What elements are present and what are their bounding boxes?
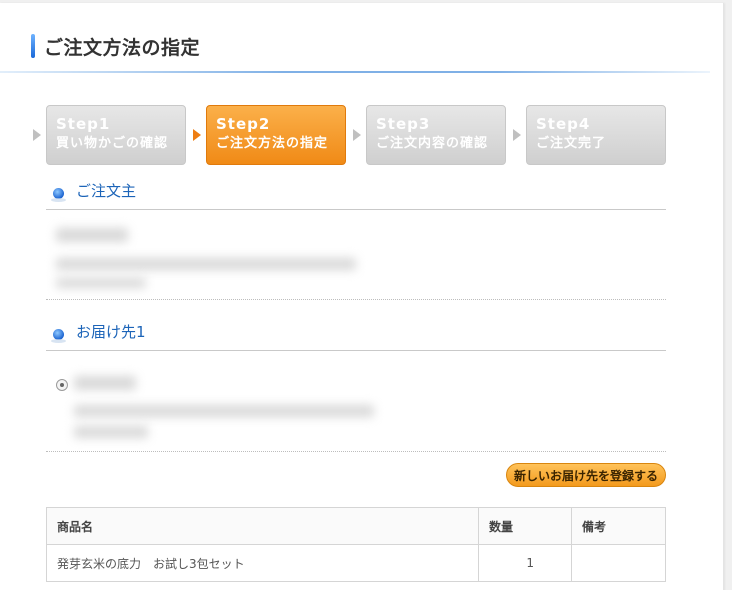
title-accent-bar bbox=[31, 34, 35, 58]
orderer-section-header: ご注文主 bbox=[46, 178, 666, 210]
main-panel bbox=[0, 3, 724, 590]
column-header-qty: 数量 bbox=[478, 507, 572, 545]
column-header-name: 商品名 bbox=[46, 507, 479, 545]
title-divider bbox=[0, 71, 710, 73]
delivery-address-radio[interactable] bbox=[56, 379, 68, 391]
item-qty: 1 bbox=[478, 544, 572, 582]
table-row: 発芽玄米の底力 お試し3包セット 1 bbox=[46, 544, 666, 582]
column-header-note: 備考 bbox=[571, 507, 666, 545]
step-4-number: Step4 bbox=[536, 115, 591, 133]
step-3-label: ご注文内容の確認 bbox=[376, 136, 489, 151]
delivery-heading: お届け先1 bbox=[76, 323, 146, 341]
orderer-address-redacted bbox=[56, 258, 356, 270]
section-divider bbox=[46, 299, 666, 300]
section-bullet-icon bbox=[51, 188, 66, 202]
page-title: ご注文方法の指定 bbox=[44, 37, 201, 59]
delivery-address-redacted bbox=[74, 405, 374, 417]
new-address-button[interactable]: 新しいお届け先を登録する bbox=[506, 463, 666, 487]
step-3-number: Step3 bbox=[376, 115, 431, 133]
step-arrow-icon bbox=[353, 129, 361, 141]
step-arrow-icon bbox=[513, 129, 521, 141]
orderer-phone-redacted bbox=[56, 278, 146, 288]
step-1: Step1 買い物かごの確認 bbox=[46, 105, 186, 165]
table-header-row: 商品名 数量 備考 bbox=[46, 507, 666, 545]
step-1-number: Step1 bbox=[56, 115, 111, 133]
delivery-section-header: お届け先1 bbox=[46, 319, 666, 351]
step-2-label: ご注文方法の指定 bbox=[216, 136, 329, 151]
orderer-heading: ご注文主 bbox=[76, 182, 137, 200]
step-arrow-icon bbox=[33, 129, 41, 141]
page-header: ご注文方法の指定 bbox=[0, 22, 724, 74]
order-items-table: 商品名 数量 備考 発芽玄米の底力 お試し3包セット 1 bbox=[46, 507, 666, 582]
step-2-number: Step2 bbox=[216, 115, 271, 133]
section-divider bbox=[46, 451, 666, 452]
delivery-name-redacted bbox=[74, 376, 136, 390]
orderer-name-redacted bbox=[56, 228, 128, 242]
step-3: Step3 ご注文内容の確認 bbox=[366, 105, 506, 165]
item-name: 発芽玄米の底力 お試し3包セット bbox=[46, 544, 479, 582]
step-4-label: ご注文完了 bbox=[536, 136, 607, 151]
step-2: Step2 ご注文方法の指定 bbox=[206, 105, 346, 165]
delivery-phone-redacted bbox=[74, 426, 148, 438]
step-arrow-icon bbox=[193, 129, 201, 141]
item-note bbox=[571, 544, 666, 582]
section-bullet-icon bbox=[51, 329, 66, 343]
step-1-label: 買い物かごの確認 bbox=[56, 136, 169, 151]
step-4: Step4 ご注文完了 bbox=[526, 105, 666, 165]
